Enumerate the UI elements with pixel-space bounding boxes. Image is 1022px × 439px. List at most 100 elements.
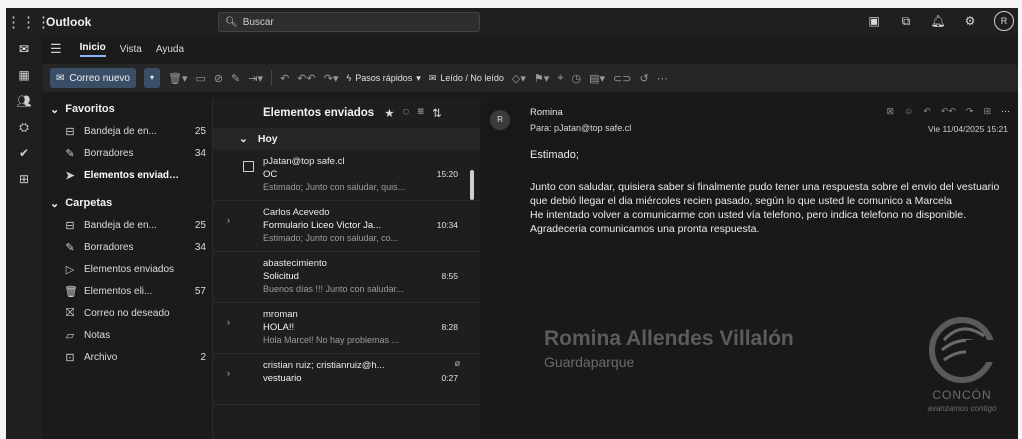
- snooze-icon[interactable]: ◷: [572, 72, 582, 85]
- unread-count: 34: [194, 147, 206, 159]
- folders-header[interactable]: ⌄ Carpetas: [50, 192, 210, 214]
- chevron-right-icon[interactable]: ›: [227, 317, 230, 327]
- list-item[interactable]: pJatan@top safe.cl OC 15:20 Estimado; Ju…: [213, 150, 480, 201]
- list-item[interactable]: › ⌀ cristian ruiz; cristianruiz@h... ves…: [213, 354, 480, 405]
- favorite-sent[interactable]: ➤ Elementos enviados: [50, 164, 210, 186]
- trash-icon: 🗑︎: [64, 285, 78, 298]
- apps-icon[interactable]: ⊞: [983, 106, 991, 117]
- pin-icon[interactable]: ⌖: [557, 72, 563, 85]
- people-icon[interactable]: 👥︎: [6, 88, 42, 114]
- sort-icon[interactable]: ⇅: [432, 106, 442, 120]
- bell-icon[interactable]: 🔔︎: [930, 13, 946, 29]
- chevron-down-icon: ⌄: [50, 197, 60, 210]
- flag-icon[interactable]: ⚑▾: [534, 72, 549, 85]
- reply-icon[interactable]: ↶: [280, 72, 289, 85]
- folder-label: Elementos eli...: [84, 285, 153, 297]
- list-scrollbar[interactable]: [470, 170, 474, 200]
- tab-ayuda[interactable]: Ayuda: [156, 44, 184, 55]
- message-time: 15:20: [436, 169, 458, 179]
- folder-junk[interactable]: ⛝ Correo no deseado: [50, 302, 210, 324]
- list-item[interactable]: abastecimiento Solicitud 8:55 Buenos día…: [213, 252, 480, 303]
- favorite-drafts[interactable]: ✎ Borradores 34: [50, 142, 210, 164]
- message-time: 0:27: [441, 373, 458, 383]
- tab-vista[interactable]: Vista: [120, 44, 142, 55]
- more-icon[interactable]: ⋯: [1001, 106, 1010, 117]
- report-icon[interactable]: ⊘: [214, 72, 223, 85]
- tab-inicio[interactable]: Inicio: [79, 42, 106, 57]
- new-mail-label: Correo nuevo: [69, 72, 130, 84]
- reply-icon[interactable]: ↶: [923, 106, 931, 117]
- send-icon: ▷: [65, 263, 75, 276]
- forward-icon[interactable]: ↷▾: [324, 72, 339, 85]
- feedback-icon[interactable]: ⧉: [898, 13, 914, 29]
- quick-steps-button[interactable]: ϟ Pasos rápidos ▾: [346, 73, 420, 84]
- forward-icon[interactable]: ↷: [966, 106, 974, 117]
- sender-name[interactable]: Romina: [530, 107, 563, 118]
- outlook-window: ⋮⋮⋮ Outlook 🔍︎ Buscar ▣ ⧉ 🔔︎ ⚙ R ✉ ▦ 👥︎ …: [6, 8, 1018, 439]
- immersive-reader-icon[interactable]: ⊂⊃: [613, 72, 631, 85]
- folder-notes[interactable]: ▱ Notas: [50, 324, 210, 346]
- emoji-icon[interactable]: ☺: [904, 106, 913, 117]
- apps-icon[interactable]: ⊞: [6, 166, 42, 192]
- policy-icon[interactable]: ▤▾: [589, 72, 605, 85]
- body-paragraph: Junto con saludar, quisiera saber si fin…: [530, 181, 1000, 207]
- reply-all-icon[interactable]: ↶↶: [297, 72, 315, 85]
- calendar-icon[interactable]: ▦: [6, 62, 42, 88]
- favorites-header[interactable]: ⌄ Favoritos: [50, 98, 210, 120]
- message-sender: pJatan@top safe.cl: [263, 156, 345, 167]
- meet-now-icon[interactable]: ▣: [866, 13, 882, 29]
- folder-pane: ⌄ Favoritos ⊟ Bandeja de en... 25 ✎ Borr…: [42, 98, 210, 439]
- group-header[interactable]: ⌄ Hoy: [213, 128, 480, 150]
- new-mail-dropdown[interactable]: ▾: [143, 68, 160, 88]
- list-item[interactable]: › mroman HOLA!! 8:28 Hola Marcel! No hay…: [213, 303, 480, 354]
- select-checkbox[interactable]: [243, 161, 254, 172]
- folder-label: Borradores: [84, 241, 134, 253]
- archive-icon[interactable]: ▭: [195, 72, 205, 85]
- app-launcher-icon[interactable]: ⋮⋮⋮: [6, 13, 51, 31]
- hamburger-icon[interactable]: ☰: [50, 41, 62, 57]
- tag-icon[interactable]: ◇▾: [512, 72, 526, 85]
- sensitivity-icon[interactable]: ⊠: [887, 106, 895, 117]
- app-name: Outlook: [46, 15, 92, 29]
- copilot-icon[interactable]: ◌: [403, 106, 410, 120]
- message-subject: Formulario Liceo Victor Ja...: [263, 220, 382, 231]
- reply-all-icon[interactable]: ↶↶: [941, 106, 956, 117]
- folder-label: Bandeja de en...: [84, 125, 157, 137]
- gear-icon[interactable]: ⚙: [962, 13, 978, 29]
- search-input[interactable]: 🔍︎ Buscar: [218, 12, 480, 32]
- list-item[interactable]: › Carlos Acevedo Formulario Liceo Victor…: [213, 201, 480, 252]
- folder-inbox[interactable]: ⊟ Bandeja de en... 25: [50, 214, 210, 236]
- new-mail-button[interactable]: ✉ Correo nuevo: [50, 68, 136, 88]
- read-unread-button[interactable]: ✉ Leído / No leído: [429, 73, 504, 84]
- folder-label: Correo no deseado: [84, 307, 170, 319]
- groups-icon[interactable]: ⛭: [6, 114, 42, 140]
- message-preview: Hola Marcel! No hay problemas ...: [263, 335, 400, 345]
- delete-icon[interactable]: 🗑︎▾: [168, 72, 188, 85]
- message-sender: mroman: [263, 309, 298, 320]
- folder-sent[interactable]: ▷ Elementos enviados: [50, 258, 210, 280]
- pencil-icon: ✎: [65, 241, 75, 254]
- list-header-actions: ★ ◌ ≡ ⇅: [384, 106, 442, 120]
- message-list: Elementos enviados ★ ◌ ≡ ⇅ ⌄ Hoy pJatan@…: [212, 98, 480, 439]
- sweep-icon[interactable]: ✎: [231, 72, 240, 85]
- filter-icon[interactable]: ≡: [417, 106, 424, 120]
- user-avatar[interactable]: R: [994, 11, 1014, 31]
- more-icon[interactable]: ⋯: [657, 72, 668, 85]
- undo-icon[interactable]: ↺: [639, 72, 648, 85]
- favorites-label: Favoritos: [65, 103, 115, 115]
- todo-icon[interactable]: ✔: [6, 140, 42, 166]
- note-icon: ▱: [65, 329, 75, 342]
- folder-deleted[interactable]: 🗑︎ Elementos eli... 57: [50, 280, 210, 302]
- envelope-open-icon: ✉: [428, 72, 437, 83]
- folder-archive[interactable]: ⊡ Archivo 2: [50, 346, 210, 368]
- favorite-inbox[interactable]: ⊟ Bandeja de en... 25: [50, 120, 210, 142]
- message-sender: Carlos Acevedo: [263, 207, 330, 218]
- chevron-right-icon[interactable]: ›: [227, 215, 230, 225]
- chevron-right-icon[interactable]: ›: [227, 368, 230, 378]
- move-icon[interactable]: ⇥▾: [248, 72, 263, 85]
- folder-drafts[interactable]: ✎ Borradores 34: [50, 236, 210, 258]
- chevron-down-icon: ⌄: [239, 133, 248, 145]
- ribbon-toolbar: ✉ Correo nuevo ▾ 🗑︎▾ ▭ ⊘ ✎ ⇥▾ ↶ ↶↶ ↷▾ ϟ …: [42, 64, 1018, 92]
- star-icon[interactable]: ★: [384, 106, 394, 120]
- mail-icon[interactable]: ✉: [6, 36, 42, 62]
